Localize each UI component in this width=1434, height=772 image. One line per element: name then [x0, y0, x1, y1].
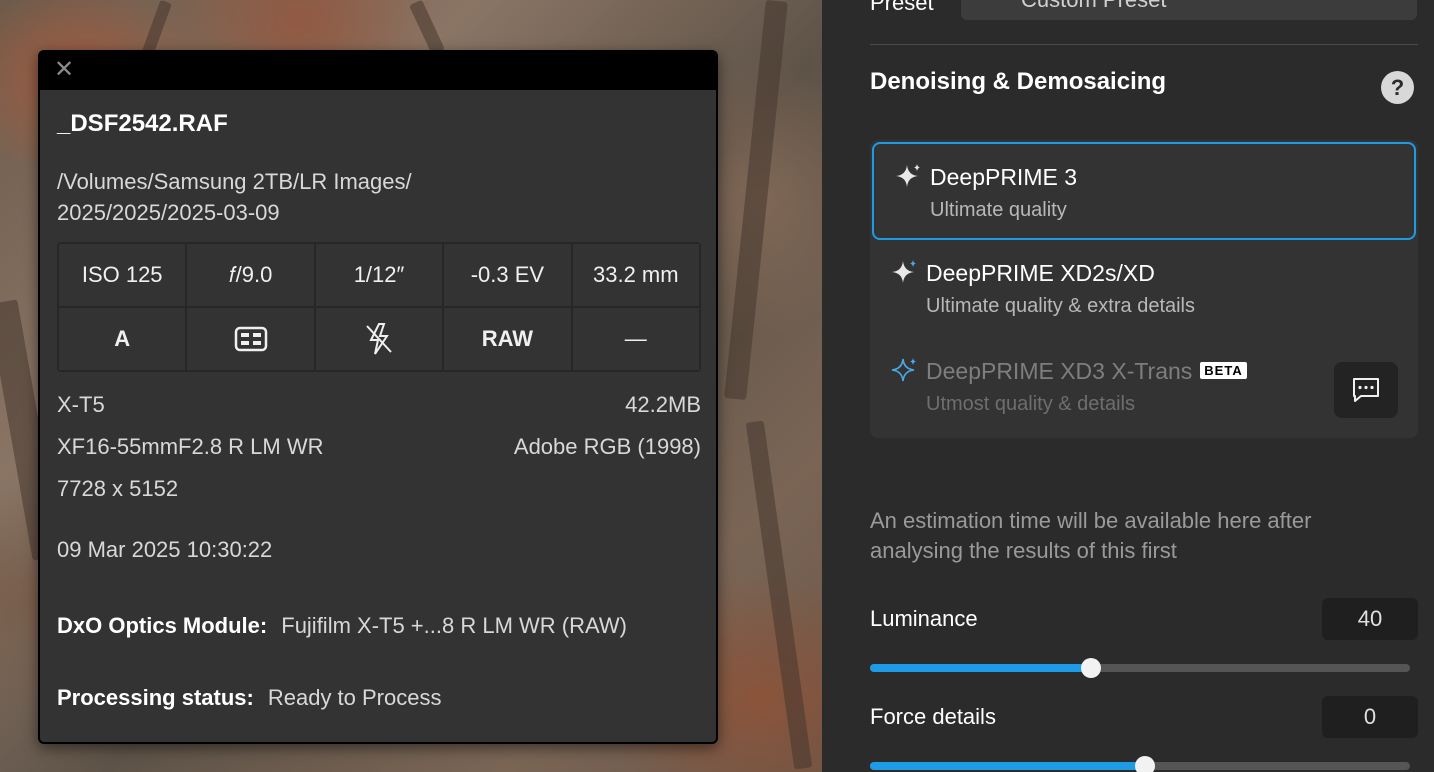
sparkle-icon	[892, 260, 916, 283]
option-description: Ultimate quality	[930, 199, 1067, 221]
luminance-label: Luminance	[870, 606, 978, 631]
divider	[870, 44, 1418, 45]
option-deepprime-3[interactable]: DeepPRIME 3 Ultimate quality	[872, 142, 1416, 240]
exif-grid: ISO 125 𝑓/9.0 1/12″ -0.3 EV 33.2 mm A RA…	[57, 242, 701, 372]
option-description: Utmost quality & details	[926, 393, 1135, 415]
popup-titlebar: ✕	[40, 52, 716, 90]
option-name-text: DeepPRIME XD3 X-Trans	[926, 358, 1193, 384]
file-format-value: RAW	[444, 308, 571, 370]
option-name: DeepPRIME XD3 X-Trans BETA	[926, 358, 1247, 385]
file-name: _DSF2542.RAF	[57, 110, 228, 137]
metering-icon	[187, 308, 314, 370]
chat-icon	[1353, 378, 1379, 402]
color-space: Adobe RGB (1998)	[513, 434, 701, 459]
file-path: /Volumes/Samsung 2TB/LR Images/ 2025/202…	[57, 166, 557, 228]
camera-model: X-T5	[57, 392, 105, 417]
file-size: 42.2MB	[625, 392, 701, 417]
slider-fill	[870, 762, 1146, 770]
image-info-popup: ✕ _DSF2542.RAF /Volumes/Samsung 2TB/LR I…	[38, 50, 718, 744]
option-name: DeepPRIME XD2s/XD	[926, 260, 1155, 286]
shutter-value: 1/12″	[315, 244, 443, 306]
denoise-options: DeepPRIME 3 Ultimate quality DeepPRIME X…	[870, 140, 1418, 438]
optics-module-row: DxO Optics Module: Fujifilm X-T5 +...8 R …	[57, 613, 627, 639]
option-deepprime-xd2s[interactable]: DeepPRIME XD2s/XD Ultimate quality & ext…	[870, 240, 1418, 338]
lens-model: XF16-55mmF2.8 R LM WR	[57, 434, 324, 459]
sparkle-icon	[896, 164, 920, 187]
settings-panel: Preset Custom Preset Denoising & Demosai…	[822, 0, 1434, 772]
section-title: Denoising & Demosaicing	[870, 68, 1167, 95]
slider-fill	[870, 664, 1092, 672]
camera-size-row: X-T5 42.2MB	[57, 392, 701, 418]
exposure-comp-value: -0.3 EV	[444, 244, 571, 306]
iso-value: ISO 125	[59, 244, 186, 306]
file-path-line-1: /Volumes/Samsung 2TB/LR Images/	[57, 169, 412, 194]
processing-status-row: Processing status: Ready to Process	[57, 685, 441, 711]
preset-label: Preset	[870, 0, 934, 15]
preset-dropdown[interactable]: Custom Preset	[961, 0, 1417, 20]
slider-knob[interactable]	[1081, 658, 1102, 678]
feedback-button[interactable]	[1334, 362, 1398, 418]
capture-datetime: 09 Mar 2025 10:30:22	[57, 537, 273, 562]
flash-off-icon	[315, 308, 443, 370]
force-details-value-input[interactable]: 0	[1322, 696, 1418, 738]
exposure-mode-value: A	[59, 308, 186, 370]
processing-status-value: Ready to Process	[267, 685, 442, 710]
focal-length-value: 33.2 mm	[572, 244, 699, 306]
optics-module-value: Fujifilm X-T5 +...8 R LM WR (RAW)	[281, 613, 627, 638]
force-details-slider[interactable]	[870, 756, 1410, 772]
help-icon[interactable]: ?	[1381, 71, 1414, 104]
option-description: Ultimate quality & extra details	[926, 295, 1196, 317]
beta-badge: BETA	[1200, 362, 1247, 379]
file-path-line-2: 2025/2025/2025-03-09	[57, 200, 280, 225]
optics-module-label: DxO Optics Module:	[57, 613, 268, 638]
luminance-value-input[interactable]: 40	[1322, 598, 1418, 640]
aperture-value: 𝑓/9.0	[187, 244, 314, 306]
luminance-slider[interactable]	[870, 658, 1410, 678]
force-details-label: Force details	[870, 704, 996, 729]
processing-status-label: Processing status:	[57, 685, 254, 710]
empty-value: —	[572, 308, 699, 370]
close-icon[interactable]: ✕	[54, 58, 74, 82]
estimation-note: An estimation time will be available her…	[870, 508, 1312, 563]
option-name: DeepPRIME 3	[930, 164, 1078, 190]
sparkle-icon	[891, 358, 916, 382]
image-dimensions: 7728 x 5152	[57, 476, 179, 501]
lens-colorspace-row: XF16-55mmF2.8 R LM WR Adobe RGB (1998)	[57, 434, 701, 460]
slider-knob[interactable]	[1135, 756, 1156, 772]
